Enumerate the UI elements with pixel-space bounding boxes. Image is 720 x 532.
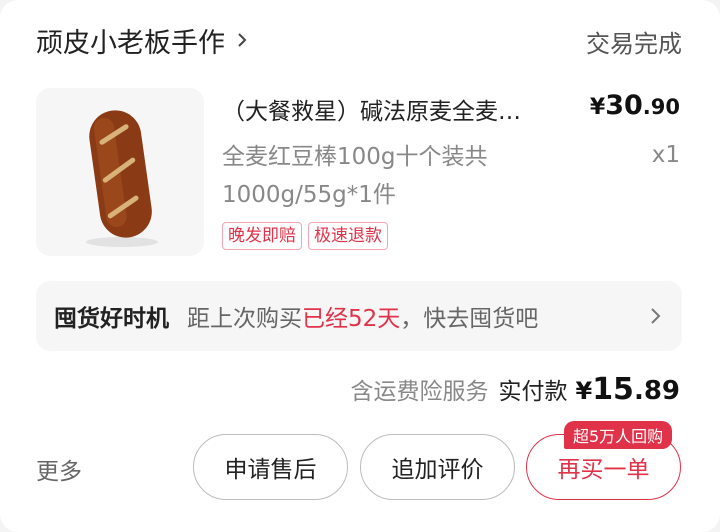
paid-integer: 15 — [592, 372, 634, 407]
order-status: 交易完成 — [586, 30, 682, 58]
service-tag: 晚发即赔 — [222, 222, 302, 250]
bread-roll-image — [86, 110, 158, 247]
paid-decimal: .89 — [633, 376, 680, 406]
store-name[interactable]: 顽皮小老板手作 — [36, 21, 225, 60]
price-integer: 30 — [605, 90, 643, 121]
chevron-right-icon — [651, 308, 661, 324]
product-spec: 全麦红豆棒100g十个装共 1000g/55g*1件 — [222, 138, 552, 214]
after-sale-button[interactable]: 申请售后 — [193, 434, 348, 500]
price-currency: ¥ — [589, 95, 606, 120]
insurance-note: 含运费险服务 — [350, 379, 489, 405]
chevron-right-icon — [238, 33, 247, 47]
product-title[interactable]: （大餐救星）碱法原麦全麦… — [222, 92, 574, 126]
add-review-button[interactable]: 追加评价 — [360, 434, 515, 500]
store-header[interactable]: 顽皮小老板手作 — [36, 18, 249, 62]
price-decimal: .90 — [642, 95, 680, 119]
more-button[interactable]: 更多 — [36, 452, 82, 486]
service-tag: 极速退款 — [308, 222, 388, 250]
spec-line: 全麦红豆棒100g十个装共 — [222, 144, 488, 170]
payment-summary: 含运费险服务 实付款 ¥ 15 .89 — [350, 372, 680, 407]
product-image[interactable] — [36, 88, 204, 256]
paid-currency: ¥ — [575, 377, 593, 405]
product-price: ¥ 30 .90 — [590, 90, 680, 121]
restock-days: 已经52天 — [302, 306, 401, 332]
spec-line: 1000g/55g*1件 — [222, 182, 396, 208]
order-card: 顽皮小老板手作 交易完成 （大餐救星）碱法原麦全麦… ¥ 30 .90 全麦红豆… — [0, 0, 720, 532]
paid-label: 实付款 — [498, 379, 568, 405]
service-tags: 晚发即赔 极速退款 — [222, 222, 388, 250]
restock-banner[interactable]: 囤货好时机 距上次购买 已经52天 ，快去囤货吧 — [36, 281, 682, 351]
restock-text: 距上次购买 — [187, 306, 302, 332]
restock-title: 囤货好时机 — [54, 306, 169, 332]
restock-text-after: ，快去囤货吧 — [400, 306, 539, 332]
repurchase-badge: 超5万人回购 — [564, 421, 673, 449]
product-quantity: x1 — [651, 142, 680, 168]
